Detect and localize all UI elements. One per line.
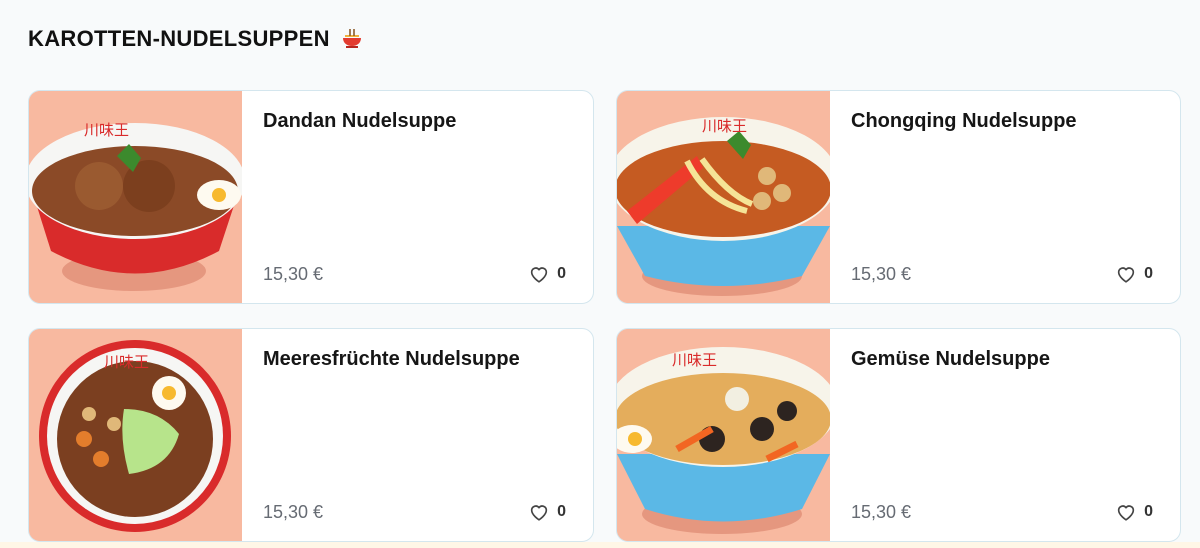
product-price: 15,30 €: [263, 264, 324, 284]
product-grid: 川味王 Dandan Nudelsuppe 15,30 € 0 川味王 Chon…: [28, 90, 1181, 542]
heart-icon[interactable]: [1115, 501, 1137, 523]
section-title: KAROTTEN-NUDELSUPPEN: [28, 26, 330, 51]
product-name[interactable]: Dandan Nudelsuppe: [263, 110, 456, 133]
svg-text:川味王: 川味王: [104, 353, 149, 371]
product-name[interactable]: Meeresfrüchte Nudelsuppe: [263, 348, 520, 371]
like-control[interactable]: 0: [528, 501, 566, 523]
page-bottom-strip: [0, 542, 1200, 548]
svg-text:川味王: 川味王: [702, 117, 747, 135]
heart-icon[interactable]: [528, 263, 550, 285]
product-image[interactable]: 川味王: [617, 329, 830, 541]
product-card[interactable]: 川味王 Meeresfrüchte Nudelsuppe 15,30 € 0: [28, 328, 594, 542]
product-price: 15,30 €: [851, 502, 912, 522]
product-name[interactable]: Chongqing Nudelsuppe: [851, 110, 1077, 133]
section-header: KAROTTEN-NUDELSUPPEN: [28, 26, 364, 52]
like-control[interactable]: 0: [1115, 263, 1153, 285]
heart-icon[interactable]: [1115, 263, 1137, 285]
product-image[interactable]: 川味王: [617, 91, 830, 303]
like-control[interactable]: 0: [528, 263, 566, 285]
product-price: 15,30 €: [851, 264, 912, 284]
product-card[interactable]: 川味王 Dandan Nudelsuppe 15,30 € 0: [28, 90, 594, 304]
svg-text:川味王: 川味王: [84, 121, 129, 139]
product-card[interactable]: 川味王 Chongqing Nudelsuppe 15,30 € 0: [616, 90, 1181, 304]
product-name[interactable]: Gemüse Nudelsuppe: [851, 348, 1050, 371]
menu-page: KAROTTEN-NUDELSUPPEN 川味王 Dandan Nudelsup…: [0, 0, 1200, 548]
product-price: 15,30 €: [263, 502, 324, 522]
svg-text:川味王: 川味王: [672, 351, 717, 369]
product-info: Gemüse Nudelsuppe 15,30 € 0: [830, 329, 1180, 541]
like-count: 0: [1144, 265, 1153, 282]
product-card[interactable]: 川味王 Gemüse Nudelsuppe 15,30 € 0: [616, 328, 1181, 542]
like-count: 0: [557, 503, 566, 520]
like-count: 0: [557, 265, 566, 282]
like-control[interactable]: 0: [1115, 501, 1153, 523]
product-info: Chongqing Nudelsuppe 15,30 € 0: [830, 91, 1180, 303]
product-info: Dandan Nudelsuppe 15,30 € 0: [242, 91, 593, 303]
product-info: Meeresfrüchte Nudelsuppe 15,30 € 0: [242, 329, 593, 541]
noodle-bowl-icon: [342, 29, 361, 48]
product-image[interactable]: 川味王: [29, 91, 242, 303]
like-count: 0: [1144, 503, 1153, 520]
product-image[interactable]: 川味王: [29, 329, 242, 541]
heart-icon[interactable]: [528, 501, 550, 523]
